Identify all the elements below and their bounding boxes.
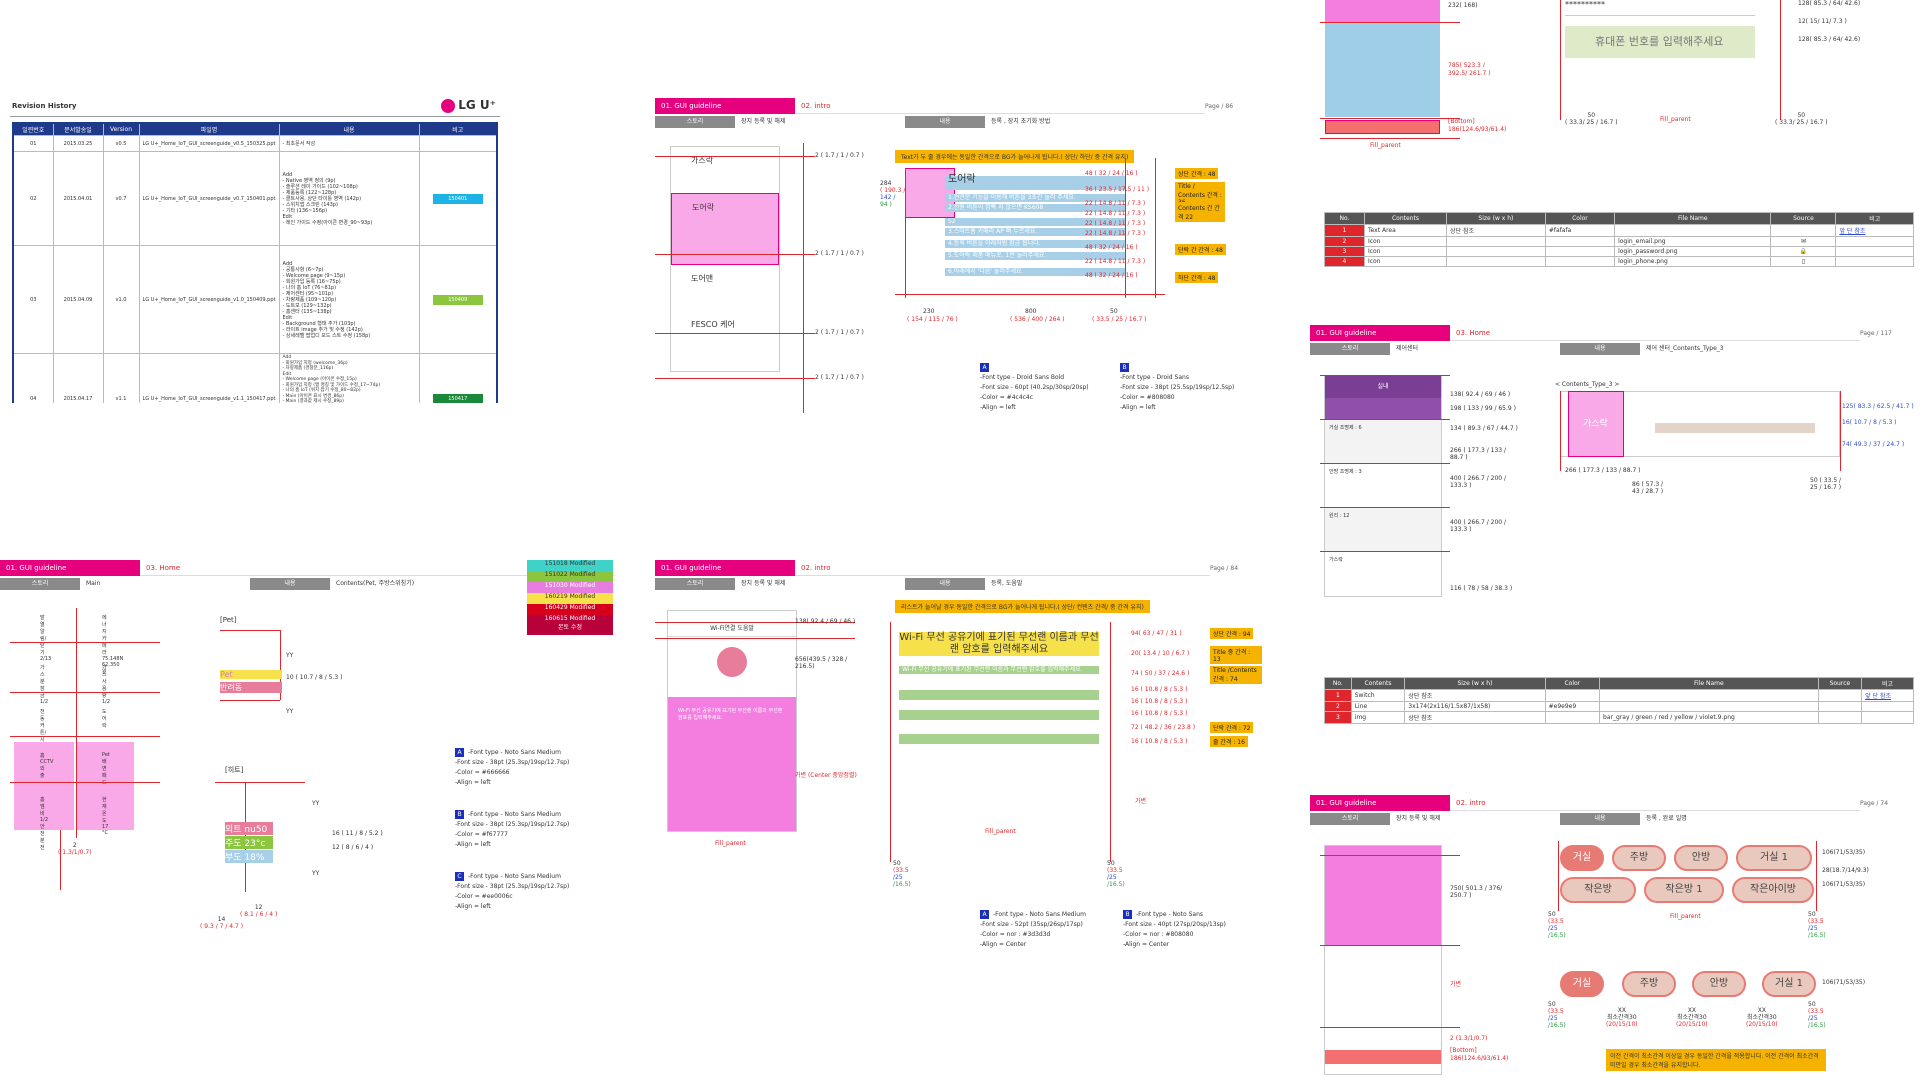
wifi-title: Wi-Fi 무선 공유기에 표기된 무선랜 이름과 무선랜 암호를 입력해주세요 — [899, 632, 1099, 656]
room-pill[interactable]: 안방 — [1674, 845, 1728, 871]
table-row: 1 Switch 상단 참조 앞 단 참조 — [1324, 689, 1914, 702]
col-date: 문서발송일 — [52, 122, 104, 136]
home-tiles: 발열알림/닫기 2/13 에너지카메라 75.148N 62,350원 가스분 … — [14, 610, 134, 851]
col-version: Version — [102, 122, 140, 136]
table-row: 4 Icon login_phone.png ▯ — [1324, 256, 1914, 267]
status-badge: 150417 — [432, 394, 483, 403]
main-guideline-panel: 01. GUI guideline 03. Home 스토리 Main 내용 Conte… — [0, 560, 615, 940]
tile[interactable]: 현재 온도 17 °C — [76, 786, 134, 836]
spec-table: No. Contents Size (w x h) Color File Name Sou… — [1324, 212, 1914, 267]
gas-lock-icon: 가스락 — [1568, 391, 1624, 457]
room-row: 거실 조명제 : 6 — [1325, 420, 1441, 464]
room-row: 가스락 — [1329, 557, 1343, 563]
phone-mock: Wi-Fi연결 도움말 Wi-Fi 무선 공유기에 표기된 무선랜 이름과 무선… — [667, 610, 797, 832]
table-row: 3 Icon login_password.png 🔒 — [1324, 246, 1914, 257]
font-note-b: B -Font type - Noto Sans Medium -Font size… — [455, 810, 570, 848]
tile[interactable]: 홈엠비 1/2 안전분전 — [14, 786, 74, 851]
table-row: 3 img 상단 참조 bar_gray / green / red / yellow… — [1324, 711, 1914, 724]
phone-mock — [1324, 845, 1442, 1075]
room-pill[interactable]: 거실 — [1560, 845, 1604, 871]
revision-panel: Revision History LG U⁺ 일련번호 문서발송일 Versio… — [10, 98, 500, 403]
password-field[interactable]: ********** — [1565, 0, 1755, 16]
font-note-a: A -Font type - Noto Sans Medium -Font size… — [455, 748, 570, 786]
font-note-c: C -Font type - Noto Sans Medium -Font size… — [455, 872, 570, 910]
col-note: 비고 — [418, 122, 498, 136]
table-row: 2 Line 3x174(2x116/1.5x87/1x58) #e9e9e9 — [1324, 701, 1914, 712]
modified-list: 151018 Modified 151022 Modified 151030 M… — [527, 560, 613, 635]
font-note-b: B -Font type - Noto Sans -Font size - 40pt… — [1123, 910, 1226, 948]
intro-guideline-panel-3: 01. GUI guideline 02. intro Page / 74 스토리 장… — [1310, 795, 1920, 1080]
status-badge: 150401 — [432, 193, 483, 204]
col-no: 일련번호 — [12, 122, 54, 136]
tile[interactable]: Pet 배변패드 — [76, 742, 134, 786]
list-item[interactable]: FESCO 케어 — [671, 311, 779, 357]
phone-field[interactable]: 휴대폰 번호를 입력해주세요 — [1565, 26, 1755, 58]
room-pill[interactable]: 작은아이방 — [1732, 877, 1814, 903]
room-row: 안방 조명제 : 3 — [1329, 469, 1362, 475]
list-item[interactable]: 가스락 — [671, 147, 779, 193]
phone-mock: 실내 거실 조명제 : 6 안방 조명제 : 3 원리 : 12 가스락 — [1324, 375, 1442, 597]
font-note-a: A -Font type - Noto Sans Medium -Font size… — [980, 910, 1086, 948]
login-guideline-panel: 232( 168) 785( 523.3 / 392.5/ 261.7 ) [B… — [1310, 0, 1920, 280]
intro-guideline-panel-2: 01. GUI guideline 02. intro Page / 84 스토리 장… — [655, 560, 1270, 960]
room-pill[interactable]: 작은방 1 — [1644, 877, 1724, 903]
list-item[interactable]: 도어맨 — [671, 265, 779, 311]
table-row: 04 2015.04.17 v1.1 LG U+_Home_IoT_GUI_scree… — [12, 353, 498, 403]
device-list: 가스락 도어락 도어맨 FESCO 케어 — [670, 146, 780, 372]
lg-uplus-logo: LG U⁺ — [441, 98, 496, 113]
intro-banner: Text가 두 줄 경우에는 동일한 간격으로 BG가 늘어나게 됩니다.( 상… — [895, 150, 1135, 163]
spacing-left: 2 ( 1.7 / 1 / 0.7 ) — [815, 152, 864, 159]
table-row: 02 2015.04.01 v0.7 LG U+_Home_IoT_GUI_scree… — [12, 151, 498, 246]
col-content: 내용 — [278, 122, 420, 136]
tile[interactable]: 발열알림/닫기 2/13 — [14, 610, 74, 662]
room-row: 원리 : 12 — [1325, 508, 1441, 552]
font-note-b: B -Font type - Droid Sans -Font size - 38p… — [1120, 363, 1235, 411]
table-row: 01 2015.03.25 v0.5 LG U+_Home_IoT_GUI_scree… — [12, 135, 498, 152]
spacing-note: 이전 간격이 최소간격 이상일 경우 동일한 간격을 적용합니다. 이전 간격이… — [1606, 1049, 1826, 1071]
table-row: 1 Text Area 상단 참조 #fafafa 앞 단 참조 — [1324, 224, 1914, 237]
spec-table: No. Contents Size (w x h) Color File Name Sou… — [1324, 677, 1914, 724]
room-pill[interactable]: 거실 1 — [1762, 971, 1816, 997]
control-center-panel: 01. GUI guideline 03. Home Page / 117 스토리 제… — [1310, 325, 1920, 730]
table-row: 03 2015.04.09 v1.0 LG U+_Home_IoT_GUI_scree… — [12, 245, 498, 354]
dialog-title: Wi-Fi연결 도움말 — [668, 621, 796, 637]
intro-guideline-panel-1: 01. GUI guideline 02. intro Page / 86 스토리 장… — [655, 98, 1265, 428]
room-pill[interactable]: 안방 — [1692, 971, 1746, 997]
room-pill[interactable]: 거실 — [1560, 971, 1604, 997]
room-pill[interactable]: 작은방 — [1560, 877, 1636, 903]
revision-title: Revision History — [12, 102, 77, 110]
font-note-a: A -Font type - Droid Sans Bold -Font size … — [980, 363, 1089, 411]
room-pill[interactable]: 거실 1 — [1736, 845, 1812, 871]
pet-label: [Pet] — [220, 616, 237, 624]
col-filename: 파일명 — [138, 122, 280, 136]
heat-label: [히트] — [225, 766, 244, 774]
intro-banner: 리스트가 늘어날 경우 동일한 간격으로 BG가 늘어나게 됩니다.( 상단/ … — [895, 600, 1150, 613]
room-pill[interactable]: 주방 — [1612, 845, 1666, 871]
phone-mock — [1325, 0, 1440, 125]
tile[interactable]: 에너지카메라 75.148N 62,350원 — [76, 610, 134, 675]
router-image — [668, 637, 796, 697]
table-row: 2 Icon login_email.png ✉ — [1324, 236, 1914, 247]
status-badge: 150409 — [432, 294, 483, 305]
room-pill[interactable]: 주방 — [1622, 971, 1676, 997]
control-title: 실내 — [1325, 376, 1441, 398]
content-type-label: < Contents_Type_3 > — [1555, 381, 1620, 388]
revision-table: 일련번호 문서발송일 Version 파일명 내용 비고 01 2015.03.2… — [12, 122, 498, 403]
tile[interactable]: 홈CCTV 외출 — [14, 742, 74, 786]
